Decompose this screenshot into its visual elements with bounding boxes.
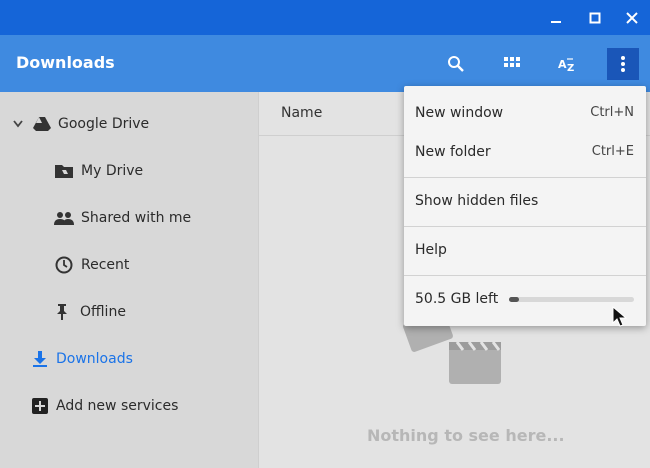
grid-view-icon[interactable] [496, 48, 528, 80]
storage-label: 50.5 GB left [415, 291, 499, 307]
sidebar-item-shared[interactable]: Shared with me [0, 201, 258, 235]
sidebar-item-google-drive[interactable]: Google Drive [0, 107, 258, 141]
menu-item-shortcut: Ctrl+N [590, 105, 634, 120]
storage-bar-fill [509, 297, 519, 302]
download-icon [30, 349, 50, 369]
sidebar-item-my-drive[interactable]: My Drive [0, 154, 258, 188]
clock-icon [54, 255, 74, 275]
sidebar-item-label: Google Drive [58, 116, 150, 132]
people-icon [54, 208, 74, 228]
sidebar-item-add-services[interactable]: Add new services [0, 389, 258, 423]
chevron-down-icon[interactable] [8, 114, 28, 134]
files-app-window: Downloads AZ Google Drive My Drive Share… [0, 0, 650, 468]
sidebar-item-label: Shared with me [81, 210, 192, 226]
pin-icon [52, 302, 72, 322]
sidebar-item-downloads[interactable]: Downloads [0, 342, 258, 376]
menu-item-label: New window [415, 105, 504, 121]
folder-icon [54, 161, 74, 181]
app-toolbar: Downloads AZ [0, 35, 650, 92]
sidebar-item-offline[interactable]: Offline [0, 295, 258, 329]
menu-item-label: New folder [415, 144, 491, 160]
menu-divider [404, 275, 646, 276]
more-options-menu: New window Ctrl+N New folder Ctrl+E Show… [404, 86, 646, 326]
svg-text:Z: Z [567, 63, 574, 73]
minimize-icon[interactable] [538, 0, 574, 35]
menu-item-label: Help [415, 242, 447, 258]
maximize-icon[interactable] [577, 0, 613, 35]
storage-bar [509, 297, 634, 302]
menu-item-new-folder[interactable]: New folder Ctrl+E [404, 135, 646, 169]
sidebar-item-label: Offline [80, 304, 126, 320]
empty-state-text: Nothing to see here... [367, 426, 565, 445]
sidebar-item-recent[interactable]: Recent [0, 248, 258, 282]
menu-item-shortcut: Ctrl+E [591, 144, 634, 159]
window-titlebar [0, 0, 650, 35]
svg-text:A: A [558, 58, 567, 71]
mouse-cursor-icon [612, 305, 628, 332]
sidebar-item-label: Downloads [56, 351, 133, 367]
menu-item-help[interactable]: Help [404, 233, 646, 267]
menu-item-show-hidden-files[interactable]: Show hidden files [404, 184, 646, 218]
add-box-icon [30, 396, 50, 416]
sidebar-item-label: Add new services [56, 398, 179, 414]
menu-item-label: Show hidden files [415, 193, 539, 209]
column-name-header[interactable]: Name [281, 105, 322, 121]
close-icon[interactable] [614, 0, 650, 35]
menu-divider [404, 177, 646, 178]
drive-icon [32, 114, 52, 134]
sidebar-item-label: Recent [81, 257, 130, 273]
page-title: Downloads [16, 53, 115, 72]
sort-az-icon[interactable]: AZ [552, 48, 584, 80]
search-icon[interactable] [440, 48, 472, 80]
more-vert-icon[interactable] [607, 48, 639, 80]
menu-divider [404, 226, 646, 227]
sidebar: Google Drive My Drive Shared with me Rec… [0, 92, 258, 468]
menu-item-new-window[interactable]: New window Ctrl+N [404, 96, 646, 130]
sidebar-item-label: My Drive [81, 163, 144, 179]
